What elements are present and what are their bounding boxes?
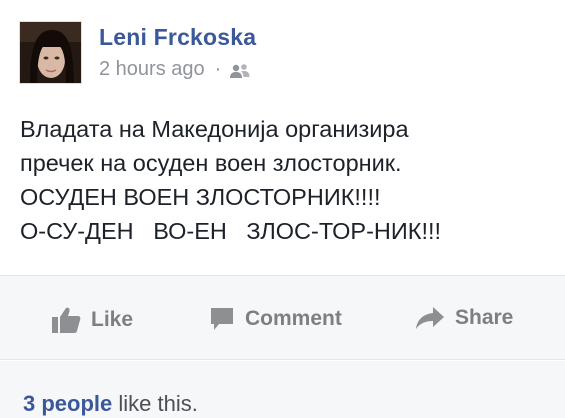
meta-separator: · <box>214 58 222 80</box>
post-text-line: пречек на осуден воен злосторник. <box>20 150 402 176</box>
comment-icon <box>211 308 233 330</box>
likes-count-link[interactable]: 3 people <box>23 391 112 416</box>
post-text: Владата на Македонија организира пречек … <box>20 112 550 248</box>
post-text-line: Владата на Македонија организира <box>20 116 409 142</box>
thumbs-up-icon <box>52 307 81 333</box>
friends-icon[interactable] <box>229 62 251 78</box>
avatar[interactable] <box>19 21 82 84</box>
share-button[interactable]: Share <box>415 306 513 330</box>
comment-button[interactable]: Comment <box>209 306 342 332</box>
comment-label: Comment <box>245 307 342 330</box>
likes-summary: 3 people like this. <box>0 361 565 418</box>
likes-suffix: like this. <box>112 391 198 416</box>
post-meta: 2 hours ago · <box>99 58 251 81</box>
like-label: Like <box>91 308 134 331</box>
like-button[interactable]: Like <box>51 306 133 334</box>
timestamp[interactable]: 2 hours ago <box>99 58 205 81</box>
likes-text: 3 people like this. <box>23 391 198 417</box>
author-name[interactable]: Leni Frckoska <box>99 24 256 51</box>
facebook-post: Leni Frckoska 2 hours ago · Владата на М… <box>0 0 565 418</box>
share-arrow-icon <box>416 307 444 329</box>
action-bar: Like Comment Share <box>0 275 565 360</box>
post-text-line: ОСУДЕН ВОЕН ЗЛОСТОРНИК!!!! <box>20 184 381 210</box>
share-label: Share <box>455 306 514 329</box>
post-text-line: О-СУ-ДЕН ВО-ЕН ЗЛОС-ТОР-НИК!!! <box>20 218 442 244</box>
